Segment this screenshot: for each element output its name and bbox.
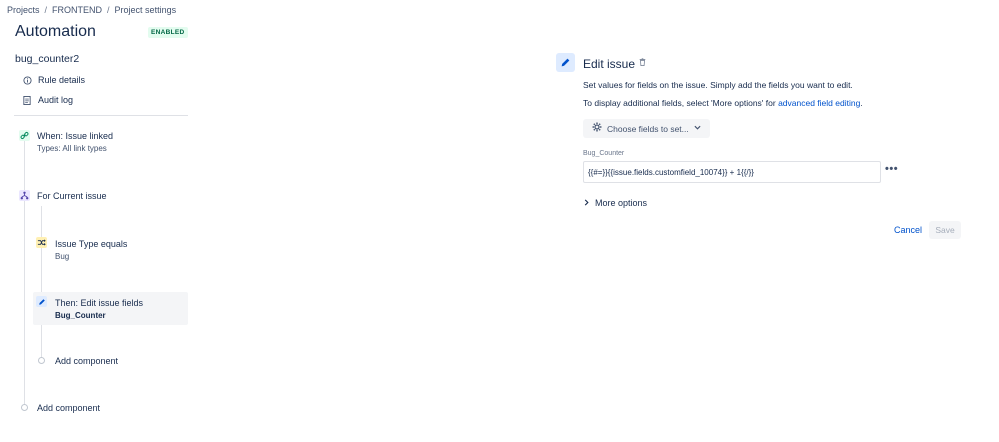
breadcrumb-project-settings[interactable]: Project settings bbox=[115, 5, 177, 15]
condition-title: Issue Type equals bbox=[55, 239, 128, 249]
add-component-dot bbox=[21, 404, 28, 411]
advanced-prefix: To display additional fields, select 'Mo… bbox=[583, 98, 779, 108]
document-icon bbox=[22, 95, 32, 105]
branch-title[interactable]: For Current issue bbox=[37, 191, 107, 201]
status-badge: ENABLED bbox=[148, 27, 188, 38]
advanced-suffix: . bbox=[860, 98, 863, 108]
audit-log-label: Audit log bbox=[38, 95, 74, 105]
pencil-icon bbox=[36, 296, 47, 307]
branch-icon bbox=[19, 190, 30, 201]
chevron-down-icon bbox=[694, 125, 701, 132]
advanced-field-editing-link[interactable]: advanced field editing bbox=[778, 98, 860, 108]
trigger-step[interactable]: When: Issue linked Types: All link types bbox=[37, 131, 113, 153]
choose-fields-button[interactable]: Choose fields to set... bbox=[583, 119, 710, 138]
bug-counter-field-label: Bug_Counter bbox=[583, 150, 625, 157]
breadcrumb-separator: / bbox=[107, 5, 110, 15]
shuffle-icon bbox=[36, 237, 47, 248]
info-icon bbox=[22, 75, 32, 85]
timeline-line bbox=[24, 140, 25, 406]
edit-description: Set values for fields on the issue. Simp… bbox=[583, 80, 853, 90]
edit-description-advanced: To display additional fields, select 'Mo… bbox=[583, 98, 863, 108]
breadcrumb: Projects / FRONTEND / Project settings bbox=[7, 5, 176, 15]
chevron-right-icon bbox=[584, 198, 589, 208]
cancel-button[interactable]: Cancel bbox=[894, 225, 922, 235]
edit-issue-title: Edit issue bbox=[583, 57, 636, 71]
action-step[interactable]: Then: Edit issue fields Bug_Counter bbox=[55, 298, 143, 320]
link-icon bbox=[19, 130, 30, 141]
action-subtitle: Bug_Counter bbox=[55, 311, 106, 320]
trigger-title: When: Issue linked bbox=[37, 131, 114, 141]
audit-log-link[interactable]: Audit log bbox=[22, 95, 73, 105]
bug-counter-field[interactable] bbox=[583, 161, 881, 183]
add-component-button[interactable]: Add component bbox=[37, 403, 100, 413]
more-options-toggle[interactable]: More options bbox=[584, 198, 647, 208]
action-title: Then: Edit issue fields bbox=[55, 298, 144, 308]
breadcrumb-projects[interactable]: Projects bbox=[7, 5, 40, 15]
breadcrumb-separator: / bbox=[44, 5, 48, 15]
rule-details-label: Rule details bbox=[38, 75, 86, 85]
gear-icon bbox=[592, 122, 602, 135]
add-component-dot bbox=[38, 357, 45, 364]
condition-step[interactable]: Issue Type equals Bug bbox=[55, 239, 127, 261]
add-component-branch-button[interactable]: Add component bbox=[55, 356, 118, 366]
more-actions-icon[interactable]: ••• bbox=[885, 163, 898, 175]
page-title: Automation bbox=[15, 23, 96, 40]
pencil-icon bbox=[556, 53, 575, 72]
branch-timeline-line bbox=[41, 206, 42, 358]
more-options-label: More options bbox=[595, 198, 648, 208]
sidebar-divider bbox=[14, 115, 188, 116]
trash-icon[interactable] bbox=[639, 58, 646, 68]
condition-subtitle: Bug bbox=[55, 252, 70, 261]
save-button[interactable]: Save bbox=[929, 221, 961, 239]
trigger-subtitle: Types: All link types bbox=[37, 144, 107, 153]
rule-details-link[interactable]: Rule details bbox=[22, 75, 85, 85]
choose-fields-label: Choose fields to set... bbox=[607, 123, 689, 134]
rule-name: bug_counter2 bbox=[15, 53, 80, 65]
breadcrumb-frontend[interactable]: FRONTEND bbox=[52, 5, 102, 15]
